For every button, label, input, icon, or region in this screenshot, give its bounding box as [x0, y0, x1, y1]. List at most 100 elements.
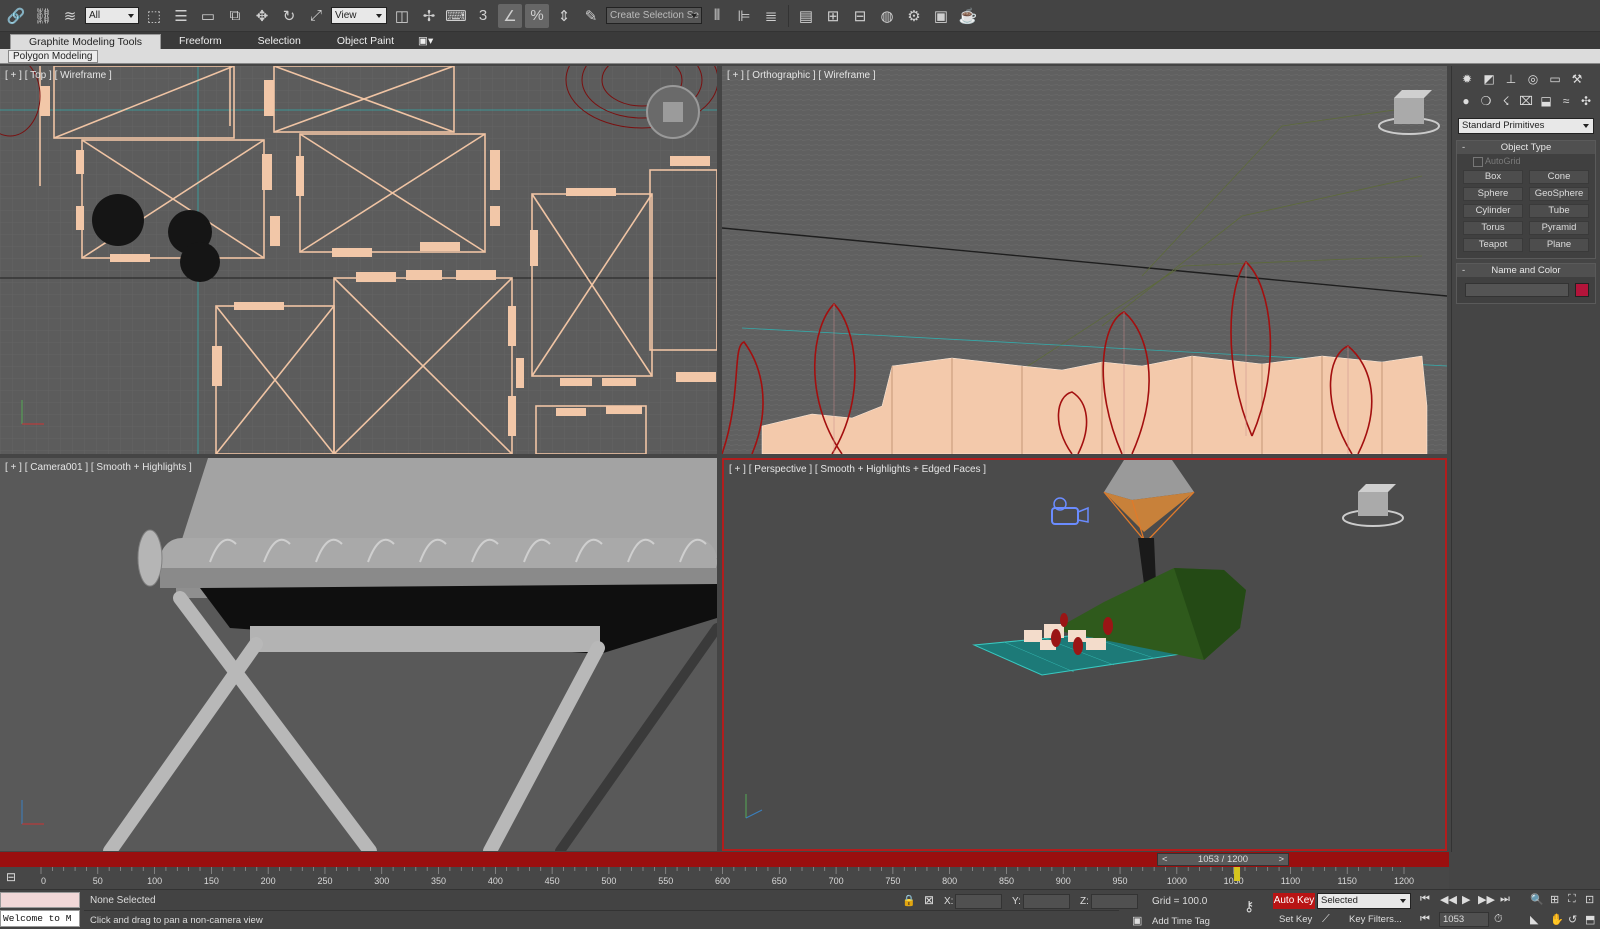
key-mode-dropdown[interactable]: Selected	[1317, 893, 1411, 909]
tab-object-paint[interactable]: Object Paint	[319, 34, 412, 49]
zoom-all-icon[interactable]: ⊞	[1550, 893, 1559, 906]
spacewarps-icon[interactable]: ≈	[1558, 92, 1574, 110]
key-filters-button[interactable]: Key Filters...	[1349, 914, 1402, 925]
display-tab-icon[interactable]: ▭	[1546, 70, 1564, 88]
curve-editor-icon[interactable]: ⊞	[821, 4, 845, 28]
viewport-label-orthographic[interactable]: [ + ] [ Orthographic ] [ Wireframe ]	[727, 70, 876, 81]
viewport-camera001[interactable]: [ + ] [ Camera001 ] [ Smooth + Highlight…	[0, 458, 717, 851]
maxscript-mini-output[interactable]: Welcome to M	[0, 910, 80, 927]
viewport-top[interactable]: [ + ] [ Top ] [ Wireframe ]	[0, 66, 717, 454]
object-color-swatch[interactable]	[1575, 283, 1589, 297]
edit-named-selection-icon[interactable]: ✎	[579, 4, 603, 28]
window-crossing-icon[interactable]: ⧉	[223, 4, 247, 28]
time-slider-prev[interactable]: <	[1162, 854, 1168, 865]
move-icon[interactable]: ✥	[250, 4, 274, 28]
motion-tab-icon[interactable]: ◎	[1524, 70, 1542, 88]
ribbon-options-icon[interactable]: ▣▾	[412, 34, 439, 49]
rect-selection-region-icon[interactable]: ▭	[196, 4, 220, 28]
pyramid-button[interactable]: Pyramid	[1529, 221, 1589, 235]
tab-selection[interactable]: Selection	[240, 34, 319, 49]
snaps-toggle-icon[interactable]: 3	[471, 4, 495, 28]
viewport-label-camera[interactable]: [ + ] [ Camera001 ] [ Smooth + Highlight…	[5, 462, 192, 473]
field-of-view-icon[interactable]: ◣	[1530, 913, 1538, 926]
autogrid-checkbox[interactable]: AutoGrid	[1457, 154, 1595, 168]
maximize-viewport-icon[interactable]: ⬒	[1585, 913, 1595, 926]
utilities-tab-icon[interactable]: ⚒	[1568, 70, 1586, 88]
absolute-mode-icon[interactable]: ⊠	[924, 893, 934, 907]
time-tag-icon[interactable]: ▣	[1132, 914, 1142, 927]
scale-icon[interactable]: ⤢	[304, 4, 328, 28]
sphere-button[interactable]: Sphere	[1463, 187, 1523, 201]
track-bar[interactable]: ⊟ 0 50 100 150 200 250 300 350 400 450 500 550 600 65…	[0, 867, 1449, 889]
set-key-icon[interactable]: ⚷	[1244, 898, 1254, 915]
time-slider-track[interactable]: < 1053 / 1200 >	[0, 852, 1449, 867]
current-frame-marker[interactable]	[1234, 867, 1241, 881]
named-selection-dropdown[interactable]: Create Selection Se	[606, 7, 702, 24]
play-icon[interactable]: ▶	[1462, 893, 1470, 906]
angle-snap-icon[interactable]: ∠	[498, 3, 522, 28]
hierarchy-tab-icon[interactable]: ⊥	[1502, 70, 1520, 88]
render-production-icon[interactable]: ☕	[956, 4, 980, 28]
align-icon[interactable]: ⊫	[732, 4, 756, 28]
current-frame-input[interactable]: 1053	[1439, 912, 1489, 927]
previous-frame-icon[interactable]: ◀◀	[1440, 893, 1457, 906]
tab-freeform[interactable]: Freeform	[161, 34, 240, 49]
pan-view-icon[interactable]: ✋	[1550, 913, 1564, 926]
mirror-icon[interactable]: ⫴	[705, 4, 729, 28]
time-slider-handle[interactable]: < 1053 / 1200 >	[1157, 853, 1289, 866]
render-setup-icon[interactable]: ⚙	[902, 4, 926, 28]
rotate-icon[interactable]: ↻	[277, 4, 301, 28]
next-frame-icon[interactable]: ▶▶	[1478, 893, 1495, 906]
percent-snap-icon[interactable]: %	[525, 3, 549, 28]
create-tab-icon[interactable]: ✹	[1458, 70, 1476, 88]
pivot-center-icon[interactable]: ◫	[390, 4, 414, 28]
time-configuration-icon[interactable]: ⏱	[1494, 913, 1503, 926]
layer-manager-icon[interactable]: ≣	[759, 4, 783, 28]
geometry-icon[interactable]: ●	[1458, 92, 1474, 110]
object-type-header[interactable]: Object Type	[1457, 141, 1595, 154]
goto-end-icon[interactable]: ⏭	[1500, 893, 1510, 906]
box-button[interactable]: Box	[1463, 170, 1523, 184]
maxscript-listener-mini[interactable]	[0, 892, 80, 908]
rendered-frame-window-icon[interactable]: ▣	[929, 4, 953, 28]
goto-start-icon[interactable]: ⏮	[1420, 893, 1430, 906]
polygon-modeling-panel[interactable]: Polygon Modeling	[8, 50, 98, 63]
bind-spacewarp-icon[interactable]: ≋	[58, 4, 82, 28]
tab-graphite-modeling-tools[interactable]: Graphite Modeling Tools	[10, 34, 162, 49]
select-by-name-icon[interactable]: ☰	[169, 4, 193, 28]
viewport-orthographic[interactable]: [ + ] [ Orthographic ] [ Wireframe ]	[722, 66, 1447, 454]
modify-tab-icon[interactable]: ◩	[1480, 70, 1498, 88]
viewport-label-top[interactable]: [ + ] [ Top ] [ Wireframe ]	[5, 70, 112, 81]
set-key-button[interactable]: Set Key	[1279, 914, 1312, 925]
graphite-toggle-icon[interactable]: ▤	[794, 4, 818, 28]
zoom-extents-all-icon[interactable]: ⊡	[1585, 893, 1594, 906]
material-editor-icon[interactable]: ◍	[875, 4, 899, 28]
teapot-button[interactable]: Teapot	[1463, 238, 1523, 252]
selection-filter-dropdown[interactable]: All	[85, 7, 139, 24]
plane-button[interactable]: Plane	[1529, 238, 1589, 252]
keyboard-shortcut-override-icon[interactable]: ⌨	[444, 4, 468, 28]
lock-selection-icon[interactable]: 🔒	[902, 894, 916, 907]
select-object-icon[interactable]: ⬚	[142, 4, 166, 28]
spinner-snap-icon[interactable]: ⇕	[552, 4, 576, 28]
viewport-perspective[interactable]: [ + ] [ Perspective ] [ Smooth + Highlig…	[722, 458, 1447, 851]
name-and-color-header[interactable]: Name and Color	[1457, 264, 1595, 277]
systems-icon[interactable]: ✣	[1578, 92, 1594, 110]
schematic-view-icon[interactable]: ⊟	[848, 4, 872, 28]
add-time-tag[interactable]: Add Time Tag	[1152, 916, 1210, 927]
shapes-icon[interactable]: ❍	[1478, 92, 1494, 110]
z-coordinate-input[interactable]	[1091, 894, 1138, 909]
y-coordinate-input[interactable]	[1023, 894, 1070, 909]
auto-key-button[interactable]: Auto Key	[1273, 893, 1315, 909]
helpers-icon[interactable]: ⬓	[1538, 92, 1554, 110]
primitive-category-dropdown[interactable]: Standard Primitives	[1458, 118, 1594, 134]
torus-button[interactable]: Torus	[1463, 221, 1523, 235]
link-icon[interactable]: 🔗	[4, 4, 28, 28]
orbit-icon[interactable]: ↺	[1568, 913, 1577, 926]
unlink-icon[interactable]: ⛓	[31, 4, 55, 28]
key-mode-toggle-icon[interactable]: ⏮	[1420, 913, 1430, 926]
viewport-label-perspective[interactable]: [ + ] [ Perspective ] [ Smooth + Highlig…	[729, 464, 986, 475]
reference-coordinate-dropdown[interactable]: View	[331, 7, 387, 24]
zoom-icon[interactable]: 🔍	[1530, 893, 1544, 906]
tube-button[interactable]: Tube	[1529, 204, 1589, 218]
